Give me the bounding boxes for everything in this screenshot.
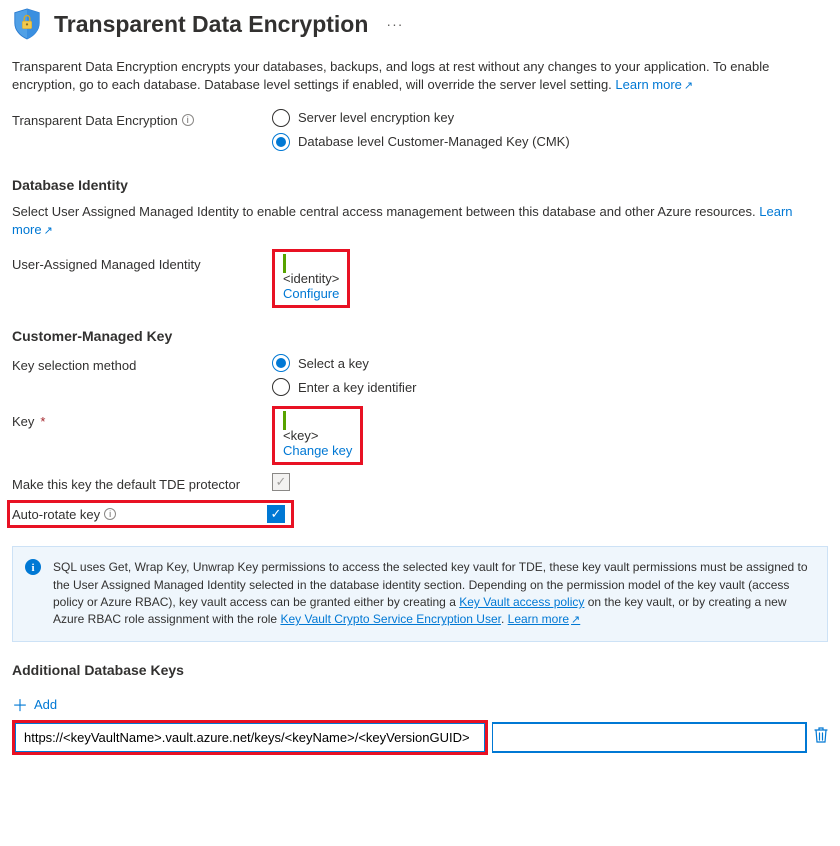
more-actions-button[interactable]: ··· [380, 16, 403, 32]
configure-link[interactable]: Configure [283, 286, 339, 301]
key-row: Key * <key> Change key [12, 410, 828, 465]
tde-selection-row: Transparent Data Encryption i Server lev… [12, 109, 828, 157]
page-title: Transparent Data Encryption [54, 11, 368, 38]
key-selection-row: Key selection method Select a key Enter … [12, 354, 828, 402]
database-identity-desc: Select User Assigned Managed Identity to… [12, 203, 828, 240]
auto-rotate-label: Auto-rotate key [12, 507, 100, 522]
default-protector-checkbox: ✓ [272, 473, 290, 491]
info-icon[interactable]: i [104, 508, 116, 520]
auto-rotate-checkbox[interactable]: ✓ [267, 505, 285, 523]
key-label: Key [12, 414, 34, 429]
radio-database-cmk[interactable]: Database level Customer-Managed Key (CMK… [272, 133, 828, 151]
info-icon: i [25, 559, 41, 575]
uami-label: User-Assigned Managed Identity [12, 257, 201, 272]
add-key-button[interactable]: ＋ Add [12, 688, 57, 720]
delete-key-button[interactable] [814, 727, 828, 748]
plus-icon: ＋ [12, 692, 28, 716]
key-url-input[interactable] [493, 723, 806, 752]
key-url-input-highlighted[interactable] [15, 723, 485, 752]
change-key-link[interactable]: Change key [283, 443, 352, 458]
key-selection-label: Key selection method [12, 358, 136, 373]
radio-icon [272, 354, 290, 372]
tde-label: Transparent Data Encryption [12, 113, 178, 128]
default-protector-row: Make this key the default TDE protector … [12, 473, 828, 492]
key-url-row [12, 720, 828, 755]
page-header: Transparent Data Encryption ··· [12, 8, 828, 40]
radio-enter-identifier[interactable]: Enter a key identifier [272, 378, 828, 396]
highlight-box: Auto-rotate key i ✓ [7, 500, 294, 528]
svg-text:i: i [31, 562, 34, 574]
highlight-box [12, 720, 488, 755]
additional-keys-heading: Additional Database Keys [12, 662, 828, 678]
uami-row: User-Assigned Managed Identity <identity… [12, 253, 828, 308]
key-value: <key> [283, 428, 352, 443]
shield-lock-icon [12, 8, 42, 40]
kv-access-policy-link[interactable]: Key Vault access policy [459, 595, 584, 609]
auto-rotate-row: Auto-rotate key i ✓ [12, 500, 828, 528]
radio-select-key[interactable]: Select a key [272, 354, 828, 372]
database-identity-heading: Database Identity [12, 177, 828, 193]
required-indicator: * [40, 414, 45, 429]
highlight-box: <key> Change key [272, 406, 363, 465]
page-description: Transparent Data Encryption encrypts you… [12, 58, 828, 95]
default-protector-label: Make this key the default TDE protector [12, 477, 240, 492]
external-link-icon: ↗ [44, 225, 53, 237]
info-panel: i SQL uses Get, Wrap Key, Unwrap Key per… [12, 546, 828, 642]
uami-value: <identity> [283, 271, 339, 286]
radio-server-level[interactable]: Server level encryption key [272, 109, 828, 127]
learn-more-link[interactable]: Learn more↗ [508, 612, 581, 626]
radio-icon [272, 109, 290, 127]
kv-crypto-role-link[interactable]: Key Vault Crypto Service Encryption User [280, 612, 501, 626]
external-link-icon: ↗ [571, 614, 580, 626]
radio-icon [272, 133, 290, 151]
highlight-box: <identity> Configure [272, 249, 350, 308]
radio-icon [272, 378, 290, 396]
external-link-icon: ↗ [684, 80, 693, 92]
learn-more-link[interactable]: Learn more↗ [615, 77, 693, 92]
info-icon[interactable]: i [182, 114, 194, 126]
cmk-heading: Customer-Managed Key [12, 328, 828, 344]
